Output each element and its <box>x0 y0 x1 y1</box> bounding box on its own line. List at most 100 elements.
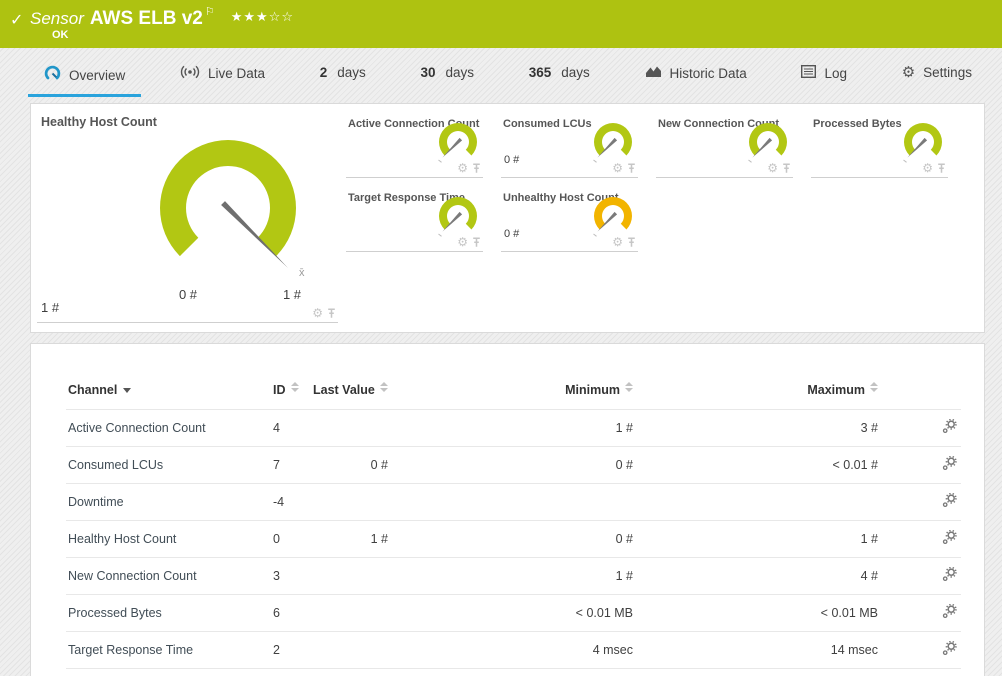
pin-icon[interactable] <box>472 162 481 174</box>
channel-minimum: 0 # <box>396 446 641 484</box>
channels-table: Channel ID Last Value Minimum Maximum Ac… <box>66 374 961 676</box>
table-row: Unhealthy Host Count 1 0 # 0 # 1 # <box>66 668 961 676</box>
mini-gauge-processed-bytes: Processed Bytes ⚙ <box>811 113 948 178</box>
tab-overview[interactable]: Overview <box>28 58 142 97</box>
gauges-panel: Healthy Host Count x̄ 0 # 1 # 1 # ⚙ Acti… <box>30 103 985 333</box>
sensor-type-label: Sensor <box>30 9 84 28</box>
mini-gauge-value: 0 # <box>504 154 520 166</box>
channel-id: 6 <box>271 594 311 632</box>
col-header-id[interactable]: ID <box>271 374 311 410</box>
sort-icon <box>379 382 388 392</box>
gear-icon[interactable]: ⚙ <box>457 236 468 248</box>
channel-name: Consumed LCUs <box>66 446 271 484</box>
tab-label: days <box>337 65 366 80</box>
channel-last-value <box>311 409 396 447</box>
pin-icon[interactable] <box>627 162 636 174</box>
channel-id: 7 <box>271 446 311 484</box>
gear-icon[interactable]: ⚙ <box>612 236 623 248</box>
area-chart-icon <box>645 65 662 81</box>
mini-gauge-target-response-time: Target Response Time ⚙ <box>346 187 483 252</box>
table-row: New Connection Count 3 1 # 4 # <box>66 557 961 595</box>
channel-id: 1 <box>271 668 311 676</box>
channel-last-value: 0 # <box>311 668 396 676</box>
table-row: Downtime -4 <box>66 483 961 521</box>
channel-maximum: 4 # <box>641 557 886 595</box>
gear-icon[interactable]: ⚙ <box>767 162 778 174</box>
tab-label: Overview <box>69 67 126 83</box>
live-data-icon <box>180 65 200 82</box>
channel-name: New Connection Count <box>66 557 271 595</box>
sort-icon <box>625 382 633 392</box>
channel-name: Unhealthy Host Count <box>66 668 271 676</box>
main-gauge-value: 1 # <box>41 300 60 315</box>
channel-last-value <box>311 594 396 632</box>
table-header-row: Channel ID Last Value Minimum Maximum <box>66 374 961 410</box>
channel-settings-icon[interactable] <box>942 566 957 585</box>
tab-365-days[interactable]: 365 days <box>513 58 606 92</box>
channel-maximum: < 0.01 # <box>641 446 886 484</box>
mini-gauge-unhealthy-host-count: Unhealthy Host Count 0 # ⚙ <box>501 187 638 252</box>
tab-number: 30 <box>420 65 436 80</box>
pin-icon[interactable] <box>472 236 481 248</box>
pin-icon[interactable] <box>327 307 336 319</box>
channel-settings-icon[interactable] <box>942 529 957 548</box>
mini-gauge-value: 0 # <box>504 228 520 240</box>
flag-icon[interactable]: ⚐ <box>205 6 215 18</box>
channels-panel: Channel ID Last Value Minimum Maximum Ac… <box>30 343 985 676</box>
tab-historic-data[interactable]: Historic Data <box>629 58 763 93</box>
main-gauge-scale-max: 1 # <box>282 287 302 302</box>
channel-maximum: 1 # <box>641 520 886 558</box>
tab-log[interactable]: Log <box>785 58 863 93</box>
gear-icon[interactable]: ⚙ <box>922 162 933 174</box>
col-header-last-value[interactable]: Last Value <box>311 374 396 410</box>
tab-live-data[interactable]: Live Data <box>164 58 281 94</box>
channel-id: 0 <box>271 520 311 558</box>
tab-30-days[interactable]: 30 days <box>404 58 490 92</box>
gear-icon[interactable]: ⚙ <box>457 162 468 174</box>
col-header-channel[interactable]: Channel <box>66 374 271 410</box>
main-gauge-scale-min: 0 # <box>178 287 198 302</box>
sort-icon <box>290 382 299 392</box>
tab-2-days[interactable]: 2 days <box>304 58 382 92</box>
pin-icon[interactable] <box>782 162 791 174</box>
pin-icon[interactable] <box>937 162 946 174</box>
tab-settings[interactable]: ⚙ Settings <box>886 58 988 92</box>
channel-minimum: 1 # <box>396 409 641 447</box>
stars-empty[interactable]: ☆☆ <box>269 9 294 24</box>
stars-filled[interactable]: ★★★ <box>231 9 269 24</box>
gear-icon[interactable]: ⚙ <box>612 162 623 174</box>
mini-gauge-title: Processed Bytes <box>813 118 902 130</box>
gear-icon[interactable]: ⚙ <box>312 307 323 319</box>
channel-settings-icon[interactable] <box>942 418 957 437</box>
col-header-maximum[interactable]: Maximum <box>641 374 886 410</box>
channel-last-value <box>311 631 396 669</box>
priority-stars[interactable]: ★★★☆☆ <box>231 9 294 24</box>
channel-id: 4 <box>271 409 311 447</box>
tab-label: Live Data <box>207 66 266 81</box>
col-header-minimum[interactable]: Minimum <box>396 374 641 410</box>
col-header-actions <box>886 374 961 410</box>
channel-last-value <box>311 483 396 521</box>
tab-label: days <box>561 65 590 80</box>
tab-label: Historic Data <box>669 65 747 81</box>
tab-number: 2 <box>319 65 328 80</box>
channel-settings-icon[interactable] <box>942 492 957 511</box>
sensor-header: ✓ Sensor AWS ELB v2 ⚐ ★★★☆☆ OK <box>0 0 1002 48</box>
status-badge: OK <box>52 29 69 41</box>
tab-bar: Overview Live Data 2 days 30 days 365 da… <box>28 58 988 97</box>
channel-settings-icon[interactable] <box>942 640 957 659</box>
channel-name: Target Response Time <box>66 631 271 669</box>
channel-maximum: 14 msec <box>641 631 886 669</box>
channel-last-value: 0 # <box>311 446 396 484</box>
channel-maximum <box>641 483 886 521</box>
status-check-icon: ✓ <box>10 12 24 29</box>
channel-maximum: 3 # <box>641 409 886 447</box>
channel-minimum: 1 # <box>396 557 641 595</box>
pin-icon[interactable] <box>627 236 636 248</box>
table-row: Consumed LCUs 7 0 # 0 # < 0.01 # <box>66 446 961 484</box>
tab-label: Settings <box>923 65 972 80</box>
channel-name: Active Connection Count <box>66 409 271 447</box>
mini-gauge-active-connection-count: Active Connection Count ⚙ <box>346 113 483 178</box>
channel-settings-icon[interactable] <box>942 603 957 622</box>
channel-settings-icon[interactable] <box>942 455 957 474</box>
